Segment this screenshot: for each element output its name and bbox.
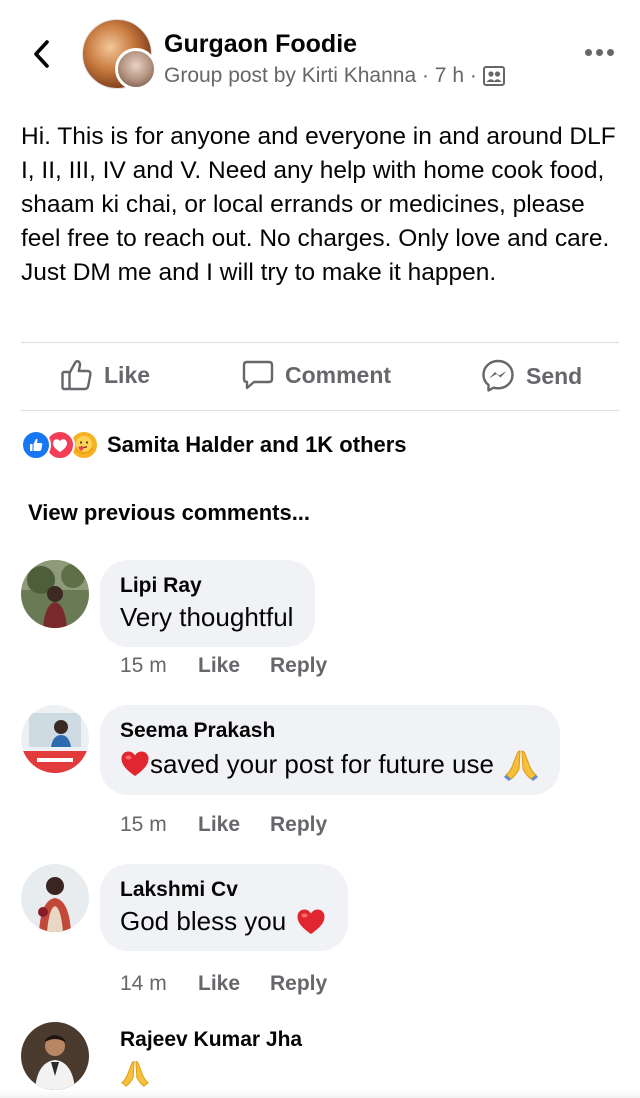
comment-text-content: Very thoughtful xyxy=(120,602,294,632)
reactions-summary[interactable]: Samita Halder and 1K others xyxy=(21,430,407,460)
folded-hands-icon xyxy=(121,1061,149,1087)
view-previous-comments-link[interactable]: View previous comments... xyxy=(28,500,310,526)
bottom-edge xyxy=(0,1090,640,1098)
commenter-avatar[interactable] xyxy=(21,705,89,773)
messenger-icon xyxy=(482,359,514,392)
send-button[interactable]: Send xyxy=(480,358,582,394)
commenter-name[interactable]: Lipi Ray xyxy=(120,574,293,598)
more-dot xyxy=(584,48,592,56)
comment-partial: Rajeev Kumar Jha xyxy=(120,1028,302,1093)
comment-time: 14 m xyxy=(120,972,167,995)
comment-reply-button[interactable]: Reply xyxy=(270,813,327,837)
commenter-name[interactable]: Lakshmi Cv xyxy=(120,878,326,902)
commenter-avatar[interactable] xyxy=(21,560,89,628)
back-button[interactable] xyxy=(26,36,56,72)
action-bar: Like Comment Send xyxy=(0,352,640,404)
comment-label: Comment xyxy=(285,361,392,388)
like-button[interactable]: Like xyxy=(60,358,150,392)
red-heart-icon xyxy=(121,751,149,776)
comment-meta: 15 m Like Reply xyxy=(120,654,327,678)
like-label: Like xyxy=(104,361,151,388)
commenter-name[interactable]: Seema Prakash xyxy=(120,719,538,743)
comment-reply-button[interactable]: Reply xyxy=(270,972,327,996)
comment-icon xyxy=(242,360,274,390)
commenter-avatar[interactable] xyxy=(21,864,89,932)
author-avatar[interactable] xyxy=(115,48,157,90)
reactions-text: Samita Halder and 1K others xyxy=(107,432,407,457)
comment-bubble[interactable]: Seema Prakash saved your post for future… xyxy=(100,705,560,795)
send-label: Send xyxy=(526,362,583,389)
group-name[interactable]: Gurgaon Foodie xyxy=(164,30,357,59)
comment-text: Very thoughtful xyxy=(120,602,293,633)
more-dot xyxy=(595,48,603,56)
comment-time: 15 m xyxy=(120,654,167,677)
commenter-avatar[interactable] xyxy=(21,1022,89,1090)
comment-button[interactable]: Comment xyxy=(241,358,391,392)
folded-hands-icon xyxy=(503,750,538,781)
more-options-button[interactable] xyxy=(582,42,616,62)
comment-bubble[interactable]: Lakshmi Cv God bless you xyxy=(100,864,349,951)
more-dot xyxy=(606,48,614,56)
group-members-icon xyxy=(482,66,505,86)
commenter-name[interactable]: Rajeev Kumar Jha xyxy=(120,1028,302,1052)
post-meta: Group post by Kirti Khanna · 7 h · xyxy=(164,64,505,88)
comment-text-content: saved your post for future use xyxy=(150,748,494,779)
like-reaction-icon xyxy=(21,430,51,460)
comment-time: 15 m xyxy=(120,813,167,836)
divider-bottom xyxy=(21,410,619,411)
comment-like-button[interactable]: Like xyxy=(198,813,270,837)
comment-meta: 15 m Like Reply xyxy=(120,813,327,837)
chevron-left-icon xyxy=(34,40,49,68)
comment-like-button[interactable]: Like xyxy=(198,972,270,996)
post-header: Gurgaon Foodie Group post by Kirti Khann… xyxy=(0,0,640,110)
comment-text: God bless you xyxy=(120,906,326,937)
comment-like-button[interactable]: Like xyxy=(198,654,270,678)
comment-text-content: God bless you xyxy=(120,906,287,936)
thumbs-up-icon xyxy=(61,360,92,391)
comment-text: saved your post for future use xyxy=(120,747,538,781)
red-heart-icon xyxy=(297,909,325,934)
comment-reply-button[interactable]: Reply xyxy=(270,654,327,678)
post-meta-text: Group post by Kirti Khanna · 7 h · xyxy=(164,64,477,87)
post-body: Hi. This is for anyone and everyone in a… xyxy=(21,123,616,286)
comment-meta: 14 m Like Reply xyxy=(120,972,327,996)
comment-bubble[interactable]: Lipi Ray Very thoughtful xyxy=(100,560,316,647)
divider-top xyxy=(21,342,619,343)
